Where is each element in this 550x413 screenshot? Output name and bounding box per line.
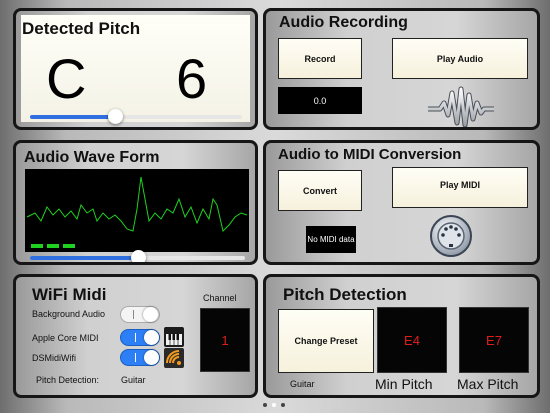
midi-status: No MIDI data [306,226,356,253]
panel-title: Audio to MIDI Conversion [278,146,462,163]
waveform-icon [428,86,494,127]
page-dot [263,403,267,407]
piano-keyboard-icon [164,327,184,347]
pitch-slider[interactable] [30,109,242,124]
toggle-knob [143,307,158,322]
pitch-detection-label: Pitch Detection: [36,375,100,385]
panel-title: Audio Wave Form [24,149,160,166]
recording-time: 0.0 [278,87,362,114]
wifi-midi-panel: WiFi Midi Background Audio Apple Core MI… [13,274,258,398]
preset-value: Guitar [290,379,315,389]
background-audio-label: Background Audio [32,309,106,319]
wifi-midi-icon [164,348,184,368]
toggle-knob [144,330,159,345]
page-dot [281,403,285,407]
waveform-trace [26,176,248,232]
record-button[interactable]: Record [278,38,362,79]
channel-display[interactable]: 1 [200,308,250,372]
min-pitch-label: Min Pitch [375,376,433,392]
toggle-indicator [133,310,134,319]
min-pitch-display[interactable]: E4 [377,307,447,373]
panel-title: Detected Pitch [22,19,141,38]
channel-label: Channel [203,293,237,303]
level-bar [47,244,59,248]
midi-connector-icon [430,215,472,257]
audio-waveform-panel: Audio Wave Form [13,140,258,265]
play-midi-button[interactable]: Play MIDI [392,167,528,208]
max-pitch-display[interactable]: E7 [459,307,529,373]
recording-time-value: 0.0 [313,95,327,106]
min-pitch-value: E4 [404,332,420,348]
level-bar [31,244,43,248]
apple-core-midi-label: Apple Core MIDI [32,333,99,343]
dsmidiwifi-toggle[interactable] [120,349,160,366]
waveform-slider-thumb[interactable] [131,250,146,262]
panel-title: Audio Recording [279,14,408,31]
audio-recording-panel: Audio Recording Record Play Audio 0.0 [263,8,540,130]
waveform-slider[interactable] [30,250,245,262]
page-dot-current [272,403,276,407]
pitch-slider-thumb[interactable] [108,109,123,124]
pitch-slider-fill [30,115,115,119]
pitch-detection-value: Guitar [121,375,146,385]
audio-to-midi-panel: Audio to MIDI Conversion Convert Play MI… [263,140,540,265]
detected-pitch-panel: Detected Pitch C 6 [13,8,258,130]
background-audio-toggle[interactable] [120,306,160,323]
toggle-knob [144,350,159,365]
pitch-note: C [46,47,87,110]
toggle-indicator [135,353,136,362]
play-midi-label: Play MIDI [439,180,480,190]
apple-core-midi-toggle[interactable] [120,329,160,346]
page-indicator[interactable] [263,403,285,409]
max-pitch-value: E7 [486,332,502,348]
play-audio-button[interactable]: Play Audio [392,38,528,79]
max-pitch-label: Max Pitch [457,376,519,392]
waveform-display [25,169,249,252]
toggle-indicator [135,333,136,342]
pitch-detection-panel: Pitch Detection Change Preset Guitar E4 … [263,274,540,398]
level-bar [63,244,75,248]
midi-status-text: No MIDI data [307,234,355,244]
change-preset-button[interactable]: Change Preset [278,309,374,373]
convert-button[interactable]: Convert [278,170,362,211]
panel-title: WiFi Midi [32,285,107,304]
panel-title: Pitch Detection [283,285,407,304]
pitch-octave: 6 [176,47,208,110]
channel-value: 1 [221,332,229,348]
dsmidiwifi-label: DSMidiWifi [32,353,76,363]
waveform-slider-fill [30,256,138,260]
